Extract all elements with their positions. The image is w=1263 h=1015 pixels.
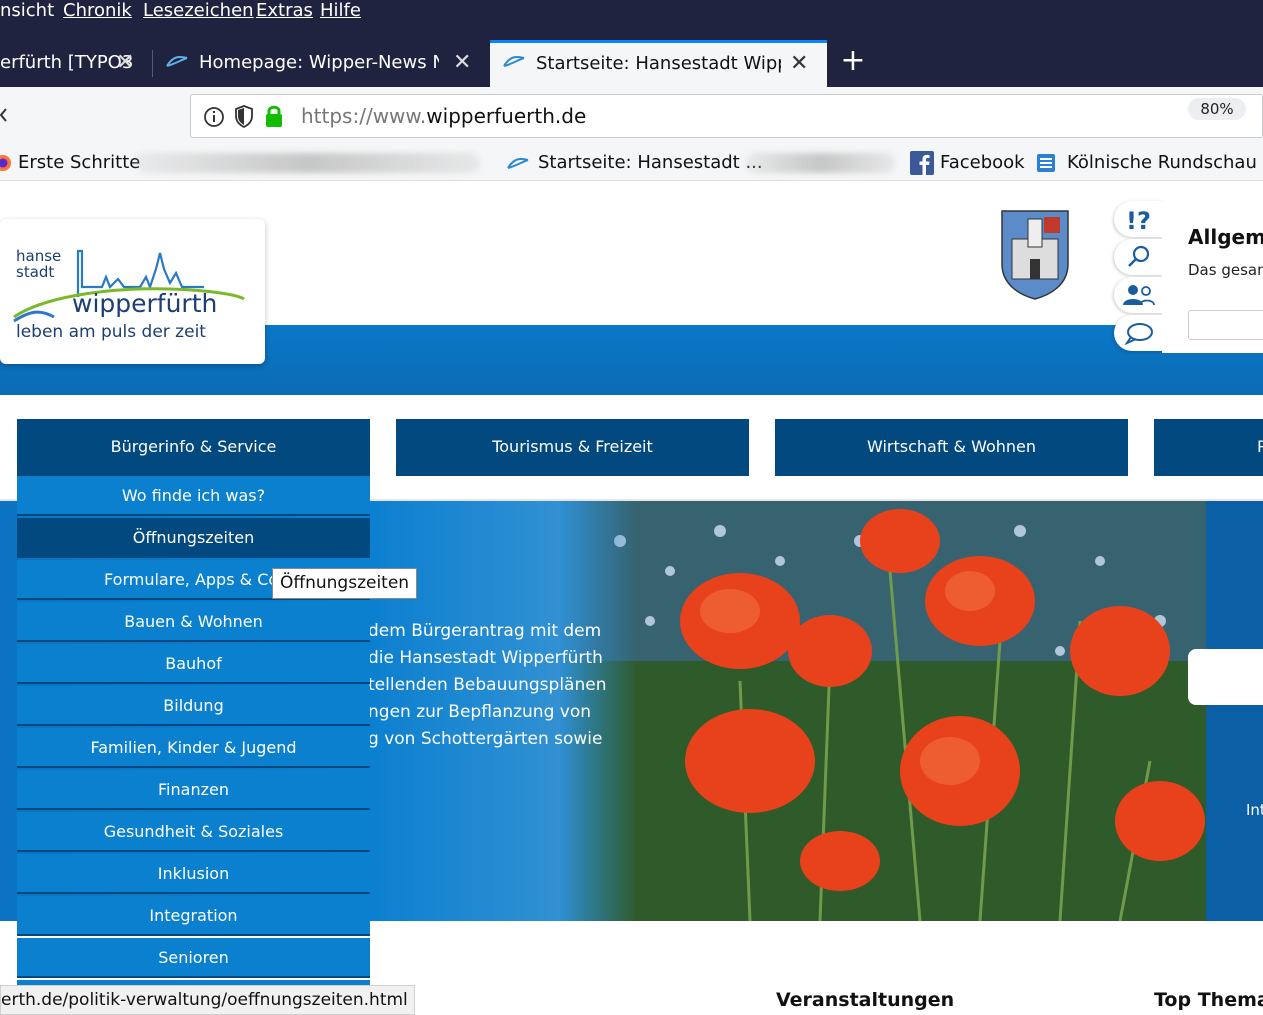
url-prefix: https://www. <box>301 104 427 128</box>
menu-item-gesundheit[interactable]: Gesundheit & Soziales <box>17 812 370 852</box>
close-icon[interactable]: ✕ <box>116 40 134 85</box>
back-arrow-icon[interactable] <box>0 105 8 125</box>
help-tool-button[interactable]: !? <box>1114 201 1164 237</box>
url-bar[interactable]: https://www.wipperfuerth.de <box>190 94 1263 138</box>
nav-bar: https://www.wipperfuerth.de 80% <box>0 87 1263 145</box>
redacted-bookmarks <box>135 153 480 173</box>
menu-item-familien[interactable]: Familien, Kinder & Jugend <box>17 728 370 768</box>
menu-item-senioren[interactable]: Senioren <box>17 938 370 978</box>
menu-item-wo-finde-ich-was[interactable]: Wo finde ich was? <box>17 476 370 516</box>
menu-bookmarks[interactable]: Lesezeichen <box>143 0 254 22</box>
hero-line: tellenden Bebauungsplänen <box>368 675 607 695</box>
hero-side-label: Int <box>1246 801 1263 819</box>
facebook-icon <box>910 151 934 175</box>
firefox-icon <box>0 155 11 171</box>
nav-politik[interactable]: P <box>1154 419 1263 476</box>
help-search-input[interactable] <box>1188 310 1263 340</box>
menu-item-integration[interactable]: Integration <box>17 896 370 936</box>
logo-slogan: leben am puls der zeit <box>16 322 206 342</box>
hero-line: ngen zur Bepflanzung von <box>368 702 592 722</box>
hero-line: die Hansestadt Wipperfürth <box>368 648 603 668</box>
help-panel: Allgeme Das gesam <box>1162 201 1263 353</box>
coat-of-arms-icon <box>1001 210 1069 300</box>
search-tool-button[interactable] <box>1114 239 1164 275</box>
lock-icon[interactable] <box>264 104 284 128</box>
buergerinfo-dropdown-menu: Wo finde ich was? Öffnungszeiten Formula… <box>17 476 370 1015</box>
bookmark-label: Startseite: Hansestadt ... <box>538 152 763 173</box>
hero-line: dem Bürgerantrag mit dem <box>368 621 602 641</box>
menu-item-oeffnungszeiten[interactable]: Öffnungszeiten <box>17 518 370 558</box>
logo-hanse: hanse <box>16 247 62 265</box>
tab-typo3[interactable]: erfürth [TYPO3 ✕ <box>0 40 152 87</box>
close-icon[interactable]: ✕ <box>790 43 808 84</box>
hero-text: dem Bürgerantrag mit dem die Hansestadt … <box>368 618 606 753</box>
menu-bar: nsicht Chronik Lesezeichen Extras Hilfe <box>0 0 1263 40</box>
url-domain: wipperfuerth.de <box>426 104 587 128</box>
info-icon[interactable] <box>203 106 225 128</box>
menu-bookmarks-label: Lesezeichen <box>143 0 254 21</box>
tab-title: Homepage: Wipper-News Nach <box>199 52 439 73</box>
nav-wirtschaft[interactable]: Wirtschaft & Wohnen <box>775 419 1128 476</box>
help-heading: Allgeme <box>1188 225 1263 249</box>
section-veranstaltungen: Veranstaltungen <box>776 989 955 1011</box>
side-toolbar: !? <box>1114 201 1164 353</box>
menu-help-label: Hilfe <box>320 0 361 21</box>
people-icon <box>1123 285 1155 306</box>
contacts-tool-button[interactable] <box>1114 277 1164 313</box>
menu-item-inklusion[interactable]: Inklusion <box>17 854 370 894</box>
hero-side-card[interactable] <box>1188 649 1263 705</box>
menu-view[interactable]: nsicht <box>0 0 54 22</box>
menu-extras[interactable]: Extras <box>256 0 313 22</box>
redacted-bookmark <box>745 153 895 173</box>
chat-bubble-icon <box>1124 323 1153 345</box>
help-subtitle: Das gesam <box>1188 261 1263 279</box>
hero-side-panel: Int <box>1188 501 1263 921</box>
nav-tourismus[interactable]: Tourismus & Freizeit <box>396 419 749 476</box>
section-top-thema: Top Thema <box>1154 989 1263 1011</box>
bookmark-label: Kölnische Rundschau ... <box>1067 152 1263 173</box>
chat-tool-button[interactable] <box>1114 315 1164 351</box>
menu-item-bauen-wohnen[interactable]: Bauen & Wohnen <box>17 602 370 642</box>
logo-name: wipperfürth <box>72 289 218 318</box>
poppy-flowers-image <box>560 501 1206 921</box>
tab-startseite[interactable]: Startseite: Hansestadt Wipperfü ✕ <box>490 40 827 87</box>
menu-item-bildung[interactable]: Bildung <box>17 686 370 726</box>
menu-item-bauhof[interactable]: Bauhof <box>17 644 370 684</box>
logo-stadt: stadt <box>16 263 55 281</box>
web-page: hanse stadt wipperfürth leben am puls de… <box>0 181 1263 1015</box>
tracking-shield-icon[interactable] <box>234 105 254 128</box>
newspaper-icon <box>1037 154 1055 172</box>
new-tab-button[interactable]: + <box>838 40 868 84</box>
tab-title: erfürth [TYPO3 <box>0 52 134 73</box>
status-bar-link: erth.de/politik-verwaltung/oeffnungszeit… <box>0 985 415 1015</box>
site-logo[interactable]: hanse stadt wipperfürth leben am puls de… <box>0 219 265 364</box>
site-favicon-icon <box>166 56 188 67</box>
tab-title: Startseite: Hansestadt Wipperfü <box>536 53 781 74</box>
nav-buergerinfo[interactable]: Bürgerinfo & Service <box>17 419 370 476</box>
search-icon <box>1128 245 1150 267</box>
tab-bar: erfürth [TYPO3 ✕ Homepage: Wipper-News N… <box>0 40 1263 87</box>
site-favicon-icon <box>503 56 525 67</box>
tooltip: Öffnungszeiten <box>272 568 418 599</box>
zoom-indicator[interactable]: 80% <box>1188 98 1246 120</box>
bookmark-label: Erste Schritte <box>18 152 141 173</box>
svg-text:!?: !? <box>1126 207 1151 233</box>
hero-line: g von Schottergärten sowie <box>368 729 603 749</box>
menu-history[interactable]: Chronik <box>63 0 132 22</box>
close-icon[interactable]: ✕ <box>453 40 471 85</box>
bookmarks-toolbar: Erste Schritte Startseite: Hansestadt ..… <box>0 145 1263 181</box>
menu-help[interactable]: Hilfe <box>320 0 361 22</box>
tab-wipper-news[interactable]: Homepage: Wipper-News Nach ✕ <box>153 40 490 87</box>
menu-extras-label: Extras <box>256 0 313 21</box>
help-question-icon: !? <box>1126 207 1151 233</box>
site-favicon-icon <box>507 158 529 169</box>
menu-history-label: Chronik <box>63 0 132 21</box>
url-text: https://www.wipperfuerth.de <box>301 95 586 137</box>
bookmark-label: Facebook <box>940 152 1025 173</box>
menu-item-finanzen[interactable]: Finanzen <box>17 770 370 810</box>
